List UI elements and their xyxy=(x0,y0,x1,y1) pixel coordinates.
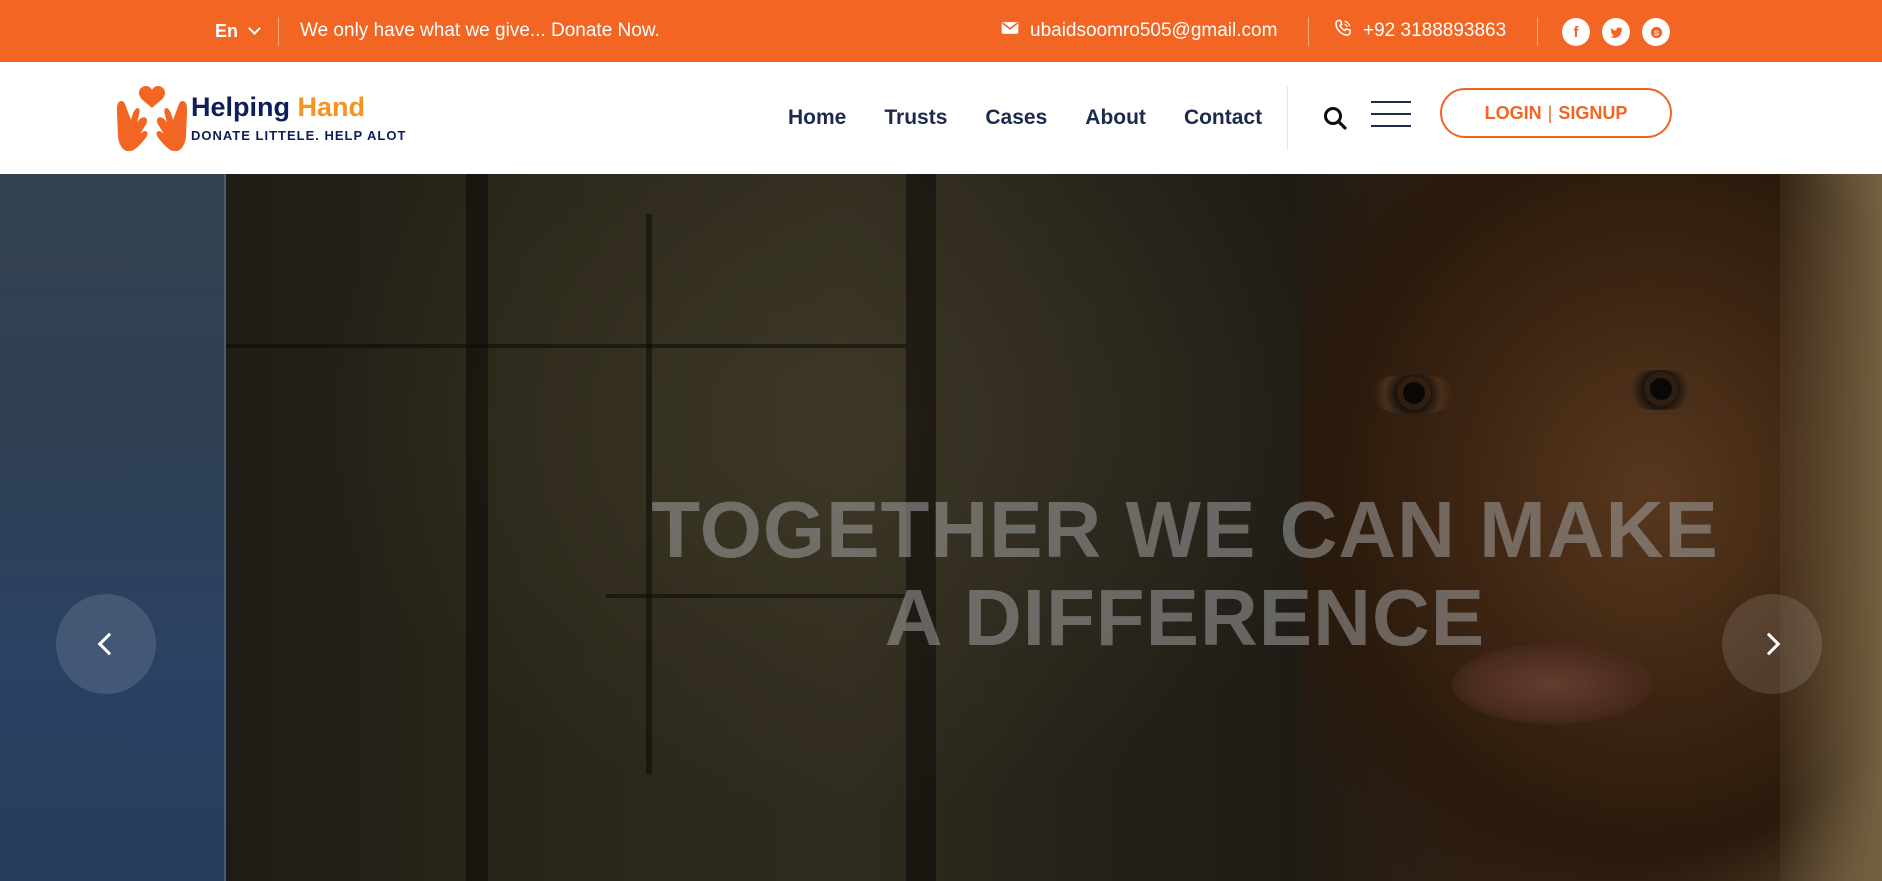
chevron-left-icon xyxy=(97,632,121,656)
main-nav: Home Trusts Cases About Contact xyxy=(788,62,1262,174)
social-links: f S xyxy=(1562,18,1670,46)
hamburger-menu-icon[interactable] xyxy=(1371,101,1411,127)
brand-name: Helping Hand xyxy=(191,94,406,121)
brand-tagline: DONATE LITTELE. HELP ALOT xyxy=(191,128,407,143)
brand-name-primary: Helping xyxy=(191,92,290,122)
phone-icon xyxy=(1333,18,1353,44)
skype-glyph: S xyxy=(1653,28,1658,37)
language-label: En xyxy=(215,20,239,41)
twitter-icon[interactable] xyxy=(1602,18,1630,46)
hero-title-line2: A DIFFERENCE xyxy=(884,573,1486,662)
nav-about[interactable]: About xyxy=(1085,106,1146,130)
login-link[interactable]: LOGIN xyxy=(1485,103,1542,124)
nav-contact[interactable]: Contact xyxy=(1184,106,1262,130)
nav-trusts[interactable]: Trusts xyxy=(884,106,947,130)
nav-home[interactable]: Home xyxy=(788,106,846,130)
top-bar: En We only have what we give... Donate N… xyxy=(0,0,1882,62)
slider-next-button[interactable] xyxy=(1722,594,1822,694)
site-header: Helping Hand DONATE LITTELE. HELP ALOT H… xyxy=(0,62,1882,174)
slider-prev-button[interactable] xyxy=(56,594,156,694)
brand-text: Helping Hand DONATE LITTELE. HELP ALOT xyxy=(191,94,407,144)
hamburger-line xyxy=(1371,113,1411,115)
hero-title-line1: TOGETHER WE CAN MAKE xyxy=(651,485,1719,574)
language-selector[interactable]: En xyxy=(215,0,261,62)
hero-title: TOGETHER WE CAN MAKE A DIFFERENCE xyxy=(560,486,1810,662)
site-logo[interactable]: Helping Hand DONATE LITTELE. HELP ALOT xyxy=(115,82,406,159)
auth-separator: | xyxy=(1547,102,1553,123)
phone-text: +92 3188893863 xyxy=(1363,20,1507,41)
skype-icon[interactable]: S xyxy=(1642,18,1670,46)
hamburger-line xyxy=(1371,125,1411,127)
divider xyxy=(278,17,279,46)
brand-name-secondary: Hand xyxy=(297,92,366,122)
chevron-down-icon xyxy=(248,22,261,35)
chevron-right-icon xyxy=(1757,632,1781,656)
phone-contact[interactable]: +92 3188893863 xyxy=(1333,0,1506,62)
hands-heart-logo-icon xyxy=(115,82,189,159)
email-text: ubaidsoomro505@gmail.com xyxy=(1030,20,1278,41)
divider xyxy=(1537,17,1538,46)
login-signup-button[interactable]: LOGIN | SIGNUP xyxy=(1440,88,1672,138)
signup-link[interactable]: SIGNUP xyxy=(1558,103,1627,124)
search-icon[interactable] xyxy=(1322,105,1348,131)
divider xyxy=(1287,86,1288,150)
envelope-icon xyxy=(1000,18,1020,44)
facebook-icon[interactable]: f xyxy=(1562,18,1590,46)
nav-cases[interactable]: Cases xyxy=(985,106,1047,130)
donate-tagline: We only have what we give... Donate Now. xyxy=(300,20,660,41)
divider xyxy=(1308,17,1309,46)
hamburger-line xyxy=(1371,101,1411,103)
email-contact[interactable]: ubaidsoomro505@gmail.com xyxy=(1000,0,1277,62)
hero-slider: TOGETHER WE CAN MAKE A DIFFERENCE xyxy=(0,174,1882,881)
